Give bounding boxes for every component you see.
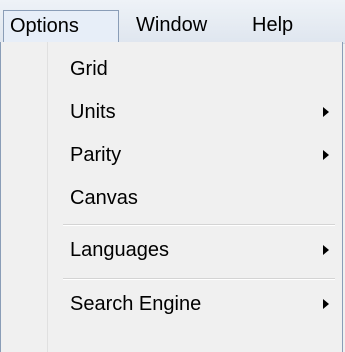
- menu-bar: Options Window Help: [0, 0, 345, 44]
- menu-item-label: Languages: [70, 239, 169, 261]
- menu-item-parity[interactable]: Parity: [4, 134, 339, 176]
- menu-item-label: Search Engine: [70, 293, 202, 315]
- menu-separator: [63, 278, 335, 280]
- menu-item-label: Units: [70, 101, 116, 123]
- menu-item-languages[interactable]: Languages: [4, 229, 339, 271]
- menubar-item-options[interactable]: Options: [3, 10, 119, 42]
- menubar-item-label: Window: [136, 14, 208, 36]
- application-window: Options Window Help Grid Units Parity Ca…: [0, 0, 345, 352]
- submenu-arrow-icon: [323, 107, 329, 117]
- submenu-arrow-icon: [323, 299, 329, 309]
- menu-item-label: Parity: [70, 144, 122, 166]
- menu-item-units[interactable]: Units: [4, 91, 339, 133]
- menu-item-label: Canvas: [70, 187, 138, 209]
- menu-item-canvas[interactable]: Canvas: [4, 177, 339, 219]
- menubar-item-label: Options: [10, 15, 79, 37]
- menu-item-label: Grid: [70, 58, 108, 80]
- menubar-item-help[interactable]: Help: [246, 10, 299, 42]
- menubar-item-label: Help: [252, 14, 294, 36]
- menubar-item-window[interactable]: Window: [130, 10, 213, 42]
- menu-separator: [63, 224, 335, 226]
- menu-item-grid[interactable]: Grid: [4, 48, 339, 90]
- menu-item-search-engine[interactable]: Search Engine: [4, 283, 339, 325]
- options-dropdown-menu: Grid Units Parity Canvas Languages Searc…: [0, 42, 343, 352]
- submenu-arrow-icon: [323, 150, 329, 160]
- submenu-arrow-icon: [323, 245, 329, 255]
